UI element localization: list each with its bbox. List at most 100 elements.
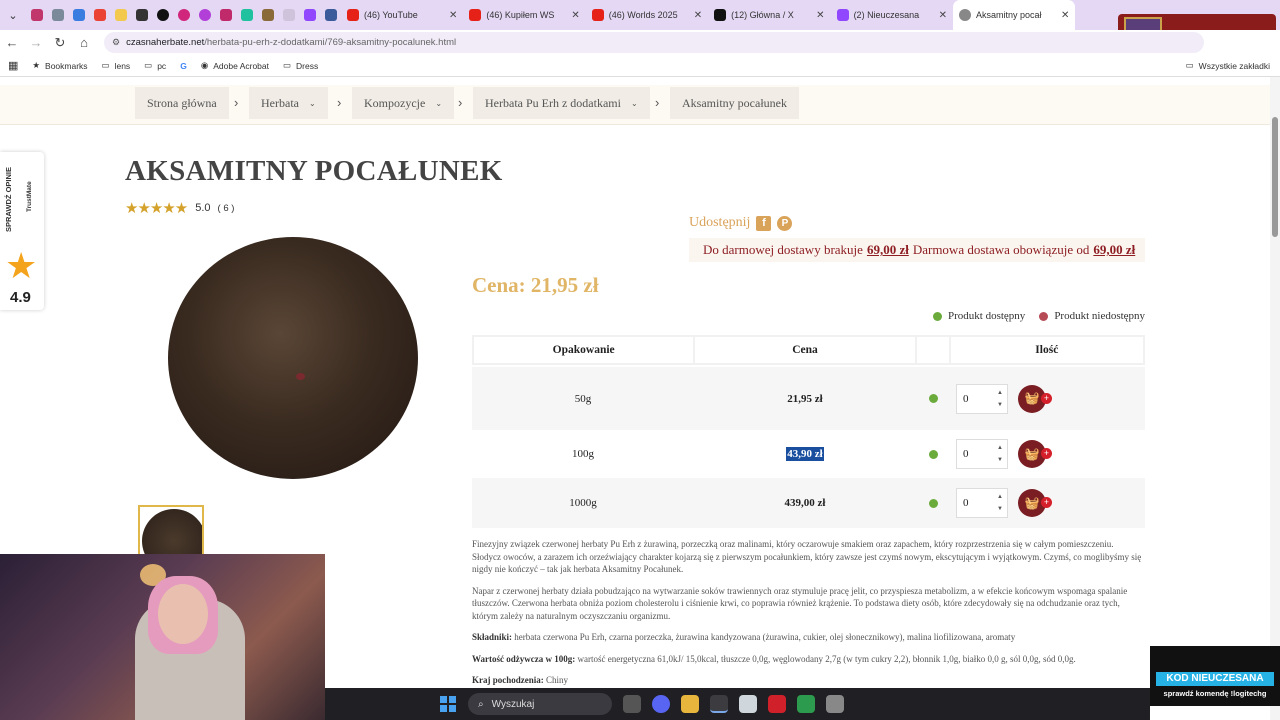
browser-tab[interactable]: (46) Worlds 2025 ✕ xyxy=(586,0,708,30)
browser-tab[interactable]: (46) YouTube ✕ xyxy=(341,0,463,30)
quantity-stepper[interactable]: 0 ▲ ▼ xyxy=(956,439,1008,469)
quantity-stepper[interactable]: 0 ▲ ▼ xyxy=(956,488,1008,518)
app-green-icon[interactable] xyxy=(797,695,815,713)
youtube-icon xyxy=(469,9,482,21)
star-icon: ★ xyxy=(32,60,41,70)
bookmark-bookmarks[interactable]: ★ Bookmarks xyxy=(32,60,87,71)
pinned-tab[interactable] xyxy=(299,0,320,30)
all-bookmarks[interactable]: ▭ Wszystkie zakładki xyxy=(1186,60,1270,71)
quantity-stepper[interactable]: 0 ▲ ▼ xyxy=(956,383,1008,414)
pinned-tab[interactable] xyxy=(236,0,257,30)
discord-icon[interactable] xyxy=(652,695,670,713)
pinterest-icon[interactable]: P xyxy=(777,215,793,231)
pinned-tab[interactable] xyxy=(68,0,89,30)
pinned-tab[interactable] xyxy=(320,0,341,30)
chevron-down-icon[interactable]: ⌄ xyxy=(309,99,316,108)
app-grey-icon[interactable] xyxy=(826,695,844,713)
bookmark-pc[interactable]: ▭ pc xyxy=(144,60,166,71)
add-to-cart-button[interactable]: 🧺 + xyxy=(1018,440,1052,468)
close-icon[interactable]: ✕ xyxy=(571,10,579,21)
tab-favicon-icon xyxy=(135,9,148,21)
variant-size: 50g xyxy=(574,392,592,405)
breadcrumb-item-home[interactable]: Strona główna xyxy=(135,87,229,119)
apps-grid-icon[interactable]: ▦ xyxy=(8,59,18,72)
product-title: AKSAMITNY POCAŁUNEK xyxy=(125,155,503,187)
steam-icon[interactable] xyxy=(739,695,757,713)
task-view-icon[interactable] xyxy=(623,695,641,713)
promo-code-label: KOD NIEUCZESANA xyxy=(1156,672,1274,686)
pinned-tab[interactable] xyxy=(194,0,215,30)
pinned-tab[interactable] xyxy=(131,0,152,30)
tab-favicon-icon xyxy=(324,9,337,21)
berry-piece xyxy=(296,373,305,380)
browser-tab[interactable]: (2) Nieuczesana ✕ xyxy=(831,0,953,30)
table-header: Opakowanie Cena Ilość xyxy=(472,335,1145,365)
page-scrollbar[interactable] xyxy=(1270,77,1280,720)
url-field[interactable]: ⚙ czasnaherbate.net/herbata-pu-erh-z-dod… xyxy=(104,32,1204,53)
windows-start-icon[interactable] xyxy=(440,696,456,712)
pinned-tab[interactable] xyxy=(47,0,68,30)
home-icon[interactable]: ⌂ xyxy=(72,35,96,50)
add-to-cart-button[interactable]: 🧺 + xyxy=(1018,489,1052,517)
trustmate-widget[interactable]: SPRAWDŹ OPINIE TrustMate ★ 4.9 xyxy=(0,152,44,310)
breadcrumb-item-current: Aksamitny pocałunek xyxy=(670,87,799,119)
close-icon[interactable]: ✕ xyxy=(939,10,947,21)
bookmark-lens[interactable]: ▭ lens xyxy=(102,60,131,71)
chevron-down-icon[interactable]: ⌄ xyxy=(435,99,442,108)
add-to-cart-button[interactable]: 🧺 + xyxy=(1018,384,1052,413)
close-icon[interactable]: ✕ xyxy=(694,10,702,21)
pinned-tab[interactable] xyxy=(173,0,194,30)
taskbar-search[interactable]: ⌕ Wyszukaj xyxy=(468,693,612,715)
bookmarks-bar: ▦ ★ Bookmarks ▭ lens ▭ pc G ◉ Adobe Acrobat … xyxy=(0,55,1280,77)
address-bar: ← → ↻ ⌂ ⚙ czasnaherbate.net/herbata-pu-e… xyxy=(0,30,1280,55)
close-icon[interactable]: ✕ xyxy=(449,10,457,21)
product-thumbnail[interactable] xyxy=(138,505,204,557)
spinner-arrows-icon[interactable]: ▲ ▼ xyxy=(995,491,1005,515)
chevron-right-icon: › xyxy=(458,95,463,110)
chrome-icon[interactable] xyxy=(710,695,728,713)
pinned-tab[interactable] xyxy=(257,0,278,30)
file-explorer-icon[interactable] xyxy=(681,695,699,713)
facebook-icon[interactable]: f xyxy=(756,215,772,231)
browser-tab-active[interactable]: Aksamitny pocał ✕ xyxy=(952,0,1076,30)
product-image[interactable] xyxy=(168,237,418,479)
rating-stars-icon: ★★★★★ xyxy=(125,200,188,217)
close-icon[interactable]: ✕ xyxy=(1061,10,1069,21)
pinned-tab[interactable] xyxy=(110,0,131,30)
pinned-tab[interactable] xyxy=(89,0,110,30)
browser-tab[interactable]: (12) Główna / X ✕ xyxy=(708,0,830,30)
reload-icon[interactable]: ↻ xyxy=(48,35,72,51)
plus-icon: + xyxy=(1041,448,1052,459)
spinner-arrows-icon[interactable]: ▲ ▼ xyxy=(995,442,1005,466)
spinner-arrows-icon[interactable]: ▲ ▼ xyxy=(995,387,1005,411)
breadcrumb-item-herbata[interactable]: Herbata ⌄ xyxy=(249,87,328,119)
pinned-tab[interactable] xyxy=(152,0,173,30)
bookmark-acrobat[interactable]: ◉ Adobe Acrobat xyxy=(201,60,269,71)
pinned-tab[interactable] xyxy=(215,0,236,30)
available-dot-icon xyxy=(928,394,938,403)
back-icon[interactable]: ← xyxy=(0,35,24,50)
bookmark-dress[interactable]: ▭ Dress xyxy=(283,60,318,71)
breadcrumb-item-puerh[interactable]: Herbata Pu Erh z dodatkami ⌄ xyxy=(473,87,650,119)
basket-icon: 🧺 xyxy=(1024,495,1040,510)
app-red-icon[interactable] xyxy=(768,695,786,713)
column-header: Cena xyxy=(695,337,915,363)
breadcrumb-item-kompozycje[interactable]: Kompozycje ⌄ xyxy=(352,87,455,119)
product-rating[interactable]: ★★★★★ 5.0 ( 6 ) xyxy=(125,199,234,217)
tab-favicon-icon xyxy=(198,9,211,21)
chevron-down-icon[interactable]: ⌄ xyxy=(631,99,638,108)
webcam-overlay xyxy=(0,554,325,720)
forward-icon[interactable]: → xyxy=(24,35,48,50)
site-info-icon[interactable]: ⚙ xyxy=(112,37,120,48)
variant-price: 21,95 zł xyxy=(787,392,823,405)
tab-search-icon[interactable]: ⌄ xyxy=(0,0,26,30)
taskbar: ⌕ Wyszukaj xyxy=(325,688,1150,720)
bookmark-google[interactable]: G xyxy=(180,61,187,71)
pinned-tab[interactable] xyxy=(26,0,47,30)
folder-icon: ▭ xyxy=(283,60,292,70)
pinned-tab[interactable] xyxy=(278,0,299,30)
scrollbar-thumb[interactable] xyxy=(1272,117,1278,237)
tab-favicon-icon xyxy=(219,9,232,21)
close-icon[interactable]: ✕ xyxy=(816,10,824,21)
browser-tab[interactable]: (46) Kupiłem WS ✕ xyxy=(463,0,585,30)
